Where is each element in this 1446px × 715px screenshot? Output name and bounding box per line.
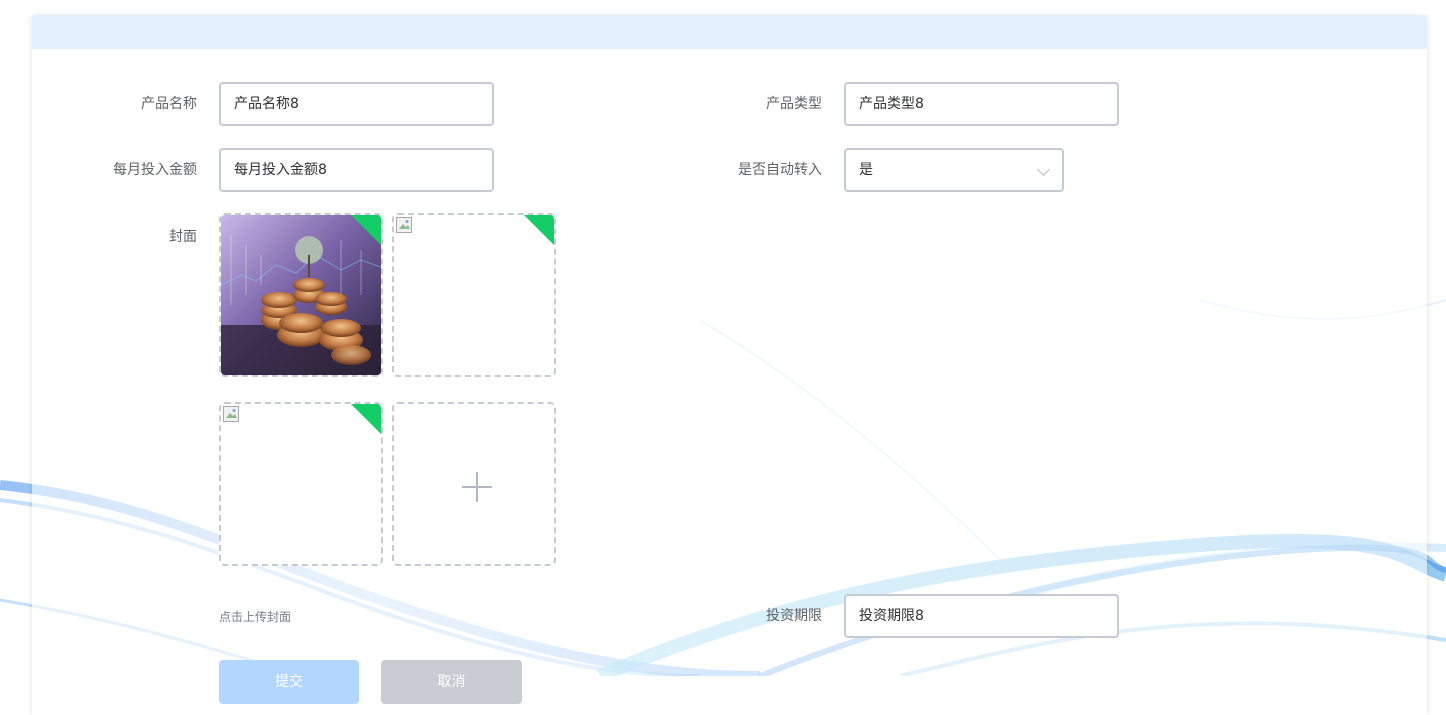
uploaded-badge xyxy=(523,215,554,246)
broken-image-icon xyxy=(396,217,412,233)
cover-image-tile-1[interactable] xyxy=(219,213,383,377)
cover-image-tile-2[interactable] xyxy=(392,213,556,377)
cover-upload-tip: 点击上传封面 xyxy=(219,610,292,624)
uploaded-badge xyxy=(350,215,381,246)
auto-transfer-select[interactable]: 是 xyxy=(844,148,1064,192)
monthly-amount-input[interactable]: 每月投入金额8 xyxy=(219,148,494,192)
plus-icon xyxy=(462,472,492,502)
chevron-down-icon[interactable] xyxy=(1037,163,1050,176)
product-type-label: 产品类型 xyxy=(766,96,822,112)
investment-period-input[interactable]: 投资期限8 xyxy=(844,594,1119,638)
cancel-button[interactable]: 取消 xyxy=(381,660,522,704)
submit-button[interactable]: 提交 xyxy=(219,660,359,704)
card-header xyxy=(32,15,1427,49)
broken-image-icon xyxy=(223,406,239,422)
product-name-label: 产品名称 xyxy=(141,96,197,112)
product-name-input[interactable]: 产品名称8 xyxy=(219,82,494,126)
investment-period-label: 投资期限 xyxy=(766,608,822,624)
cover-image-tile-3[interactable] xyxy=(219,402,383,566)
add-cover-button[interactable] xyxy=(392,402,556,566)
auto-transfer-label: 是否自动转入 xyxy=(738,162,822,178)
product-type-input[interactable]: 产品类型8 xyxy=(844,82,1119,126)
auto-transfer-selected-value: 是 xyxy=(859,162,873,178)
uploaded-badge xyxy=(350,404,381,435)
cover-label: 封面 xyxy=(169,229,197,245)
monthly-amount-label: 每月投入金额 xyxy=(113,162,197,178)
